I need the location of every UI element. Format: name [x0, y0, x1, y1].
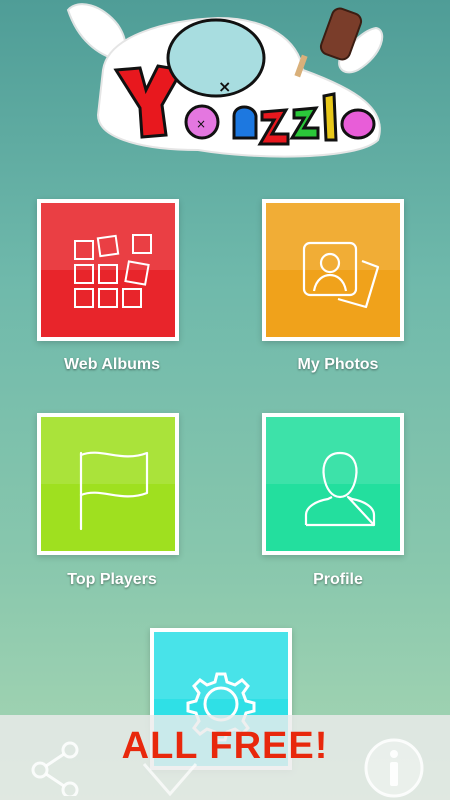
flag-icon [79, 451, 149, 531]
person-icon [304, 451, 376, 527]
svg-text:×: × [218, 77, 231, 96]
top-players-tile[interactable] [37, 413, 179, 555]
photo-grid-icon [74, 234, 152, 308]
top-players-label: Top Players [67, 571, 157, 588]
all-free-text: ALL FREE! [121, 725, 329, 767]
my-photos-tile[interactable] [262, 199, 404, 341]
app-logo: × × [66, 3, 384, 158]
web-albums-tile[interactable] [37, 199, 179, 341]
portrait-photos-icon [302, 241, 380, 309]
svg-text:×: × [196, 117, 206, 131]
my-photos-label: My Photos [297, 356, 379, 373]
web-albums-label: Web Albums [63, 356, 160, 373]
profile-label: Profile [313, 571, 363, 588]
profile-tile[interactable] [262, 413, 404, 555]
